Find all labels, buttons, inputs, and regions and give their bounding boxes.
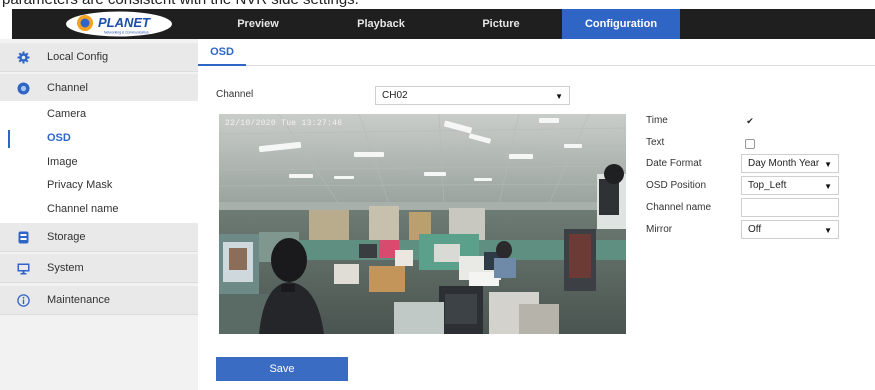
sidebar-item-osd[interactable]: OSD [0,127,198,151]
dropdown-arrow-icon: ▼ [824,160,832,169]
nav-preview[interactable]: Preview [222,9,294,39]
nav-configuration[interactable]: Configuration [562,9,680,39]
info-icon [17,294,30,307]
channel-label: Channel [216,89,254,100]
nav-configuration-label: Configuration [584,18,658,30]
tab-osd[interactable]: OSD [198,39,246,66]
logo-wordmark: PLANET [98,15,151,30]
date-format-label: Date Format [646,158,702,169]
save-button-label: Save [269,363,295,375]
sidebar-item-local-config[interactable]: Local Config [0,43,198,72]
camera-snapshot [219,114,626,334]
osd-position-select[interactable]: Top_Left ▼ [741,176,839,195]
top-navigation-bar: PLANET Networking & Communication Previe… [0,9,875,39]
sidebar-item-camera[interactable]: Camera [0,103,198,127]
osd-timestamp: 22/10/2020 Tue 13:27:46 [225,119,343,128]
sidebar-item-label: Maintenance [47,294,110,306]
sidebar-item-label: Channel name [47,203,119,215]
text-label: Text [646,137,665,148]
sidebar-item-storage[interactable]: Storage [0,223,198,252]
sidebar-item-image[interactable]: Image [0,151,198,175]
video-preview: 22/10/2020 Tue 13:27:46 [219,114,626,334]
nav-preview-label: Preview [237,18,279,30]
nav-picture-label: Picture [482,18,520,30]
sidebar-item-label: OSD [47,132,71,144]
sidebar-item-label: Channel [47,82,88,94]
time-label: Time [646,115,668,126]
channel-select[interactable]: CH02 ▼ [375,86,570,105]
sidebar-item-label: Storage [47,231,86,243]
mirror-select-value: Off [748,224,762,235]
sidebar: Local Config Channel Camera OSD Image Pr… [0,39,198,390]
active-indicator [8,130,10,148]
sidebar-item-label: Privacy Mask [47,179,113,191]
mirror-label: Mirror [646,224,673,235]
dropdown-arrow-icon: ▼ [824,182,832,191]
sidebar-item-label: Camera [47,108,87,120]
dropdown-arrow-icon: ▼ [555,92,563,101]
tab-osd-label: OSD [210,45,234,58]
checkmark-icon: ✔ [746,116,754,126]
monitor-icon [17,263,30,275]
sidebar-item-label: System [47,262,84,274]
channel-name-input[interactable] [741,198,839,217]
date-format-select[interactable]: Day Month Year ▼ [741,154,839,173]
osd-position-label: OSD Position [646,180,707,191]
document-caption-text: parameters are consistent with the NVR s… [2,0,359,8]
logo-tagline: Networking & Communication [104,31,149,35]
dropdown-arrow-icon: ▼ [824,226,832,235]
document-caption: parameters are consistent with the NVR s… [0,0,875,9]
mirror-select[interactable]: Off ▼ [741,220,839,239]
sidebar-item-label: Image [47,156,78,168]
save-button[interactable]: Save [216,357,348,381]
osd-position-select-value: Top_Left [748,180,787,191]
planet-logo: PLANET Networking & Communication [65,11,173,37]
tab-strip: OSD [198,39,875,66]
channel-select-value: CH02 [382,90,408,101]
sidebar-item-label: Local Config [47,51,109,63]
sidebar-item-channel-name[interactable]: Channel name [0,198,198,222]
time-checkbox[interactable]: ✔ [745,116,755,126]
sidebar-item-channel[interactable]: Channel [0,74,198,103]
nav-picture[interactable]: Picture [465,9,537,39]
nav-playback-label: Playback [357,18,405,30]
gear-icon [17,51,30,64]
sidebar-item-maintenance[interactable]: Maintenance [0,286,198,315]
channel-name-label: Channel name [646,202,712,213]
topbar-left-gap [0,9,12,39]
sidebar-item-privacy-mask[interactable]: Privacy Mask [0,174,198,198]
date-format-select-value: Day Month Year [748,158,820,169]
text-checkbox[interactable] [745,139,755,149]
sidebar-item-system[interactable]: System [0,254,198,283]
storage-icon [18,231,29,244]
nav-playback[interactable]: Playback [345,9,417,39]
camera-lens-icon [17,82,30,95]
